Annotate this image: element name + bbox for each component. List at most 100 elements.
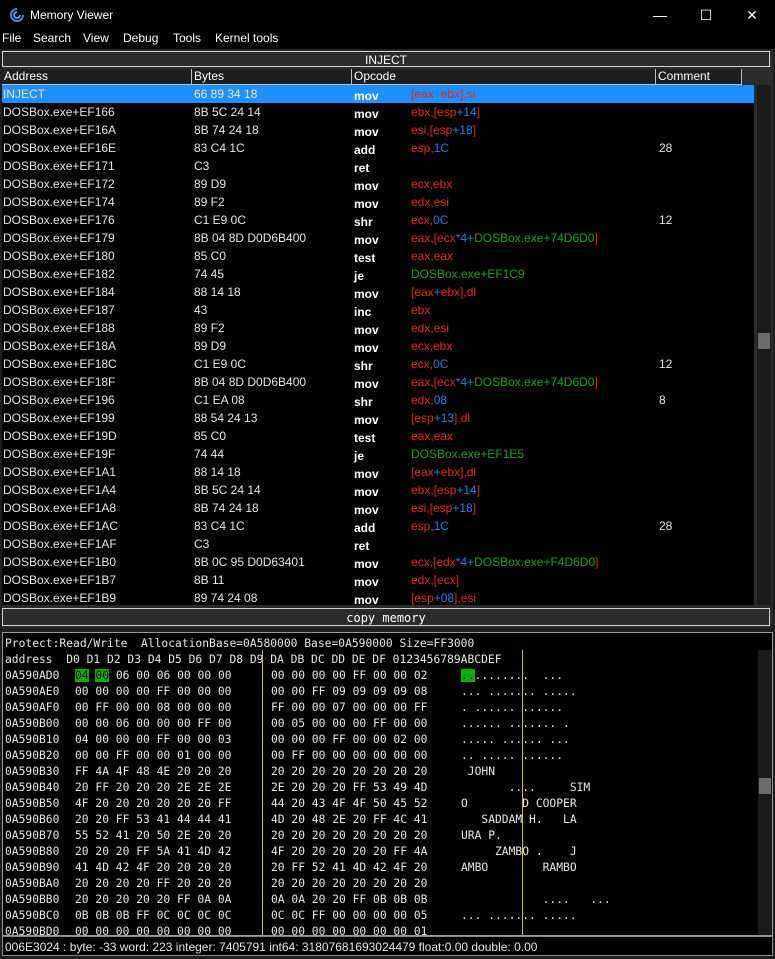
hex-row[interactable]: 0A590AE0 00 00 00 00 FF 00 00 00 00 00 FF … <box>5 685 765 701</box>
column-bytes[interactable]: Bytes <box>192 69 352 85</box>
disassembly-row[interactable]: DOSBox.exe+EF196 C1 EA 08 shr edx,08 8 <box>2 391 754 409</box>
hex-row[interactable]: 0A590B50 4F 20 20 20 20 20 20 FF 44 20 43 … <box>5 797 765 813</box>
hex-row[interactable]: 0A590BB0 20 20 20 20 20 FF 0A 0A 0A 0A 20 … <box>5 893 765 909</box>
row-address: DOSBox.exe+EF1B0 <box>3 555 117 569</box>
row-operands: edx,[ecx] <box>411 573 459 587</box>
column-address[interactable]: Address <box>2 69 192 85</box>
inject-header-button[interactable]: INJECT <box>2 51 770 67</box>
row-address: DOSBox.exe+EF179 <box>3 231 115 245</box>
menu-search[interactable]: Search <box>33 31 71 45</box>
disassembly-row[interactable]: DOSBox.exe+EF1A4 8B 5C 24 14 mov ebx,[esp+1… <box>2 481 754 499</box>
hex-scrollbar[interactable] <box>758 650 772 935</box>
operand-part: ebx <box>411 303 431 317</box>
operand-part: edx,[ecx] <box>411 573 460 587</box>
disassembly-row[interactable]: DOSBox.exe+EF1AC 83 C4 1C add esp,1C 28 <box>2 517 754 535</box>
column-opcode[interactable]: Opcode <box>352 69 656 85</box>
disassembly-row[interactable]: DOSBox.exe+EF182 74 45 je DOSBox.exe+EF1C9 <box>2 265 754 283</box>
disassembly-row[interactable]: DOSBox.exe+EF179 8B 04 8D D0D6B400 mov eax,… <box>2 229 754 247</box>
disassembly-row[interactable]: DOSBox.exe+EF180 85 C0 test eax,eax <box>2 247 754 265</box>
disassembly-row[interactable]: DOSBox.exe+EF166 8B 5C 24 14 mov ebx,[esp+1… <box>2 103 754 121</box>
hex-ascii: .. ..... ...... <box>461 749 564 762</box>
operand-part: + <box>433 465 441 479</box>
disassembly-row[interactable]: DOSBox.exe+EF199 88 54 24 13 mov [esp+13],d… <box>2 409 754 427</box>
disassembly-row[interactable]: DOSBox.exe+EF1A8 8B 74 24 18 mov esi,[esp+1… <box>2 499 754 517</box>
row-bytes: 85 C0 <box>194 429 227 443</box>
disassembly-row[interactable]: DOSBox.exe+EF1A1 88 14 18 mov [eax+ebx],dl <box>2 463 754 481</box>
hex-ascii: ... ....... ..... <box>461 909 577 922</box>
row-operands: ebx,[esp+14] <box>411 483 480 497</box>
hex-row[interactable]: 0A590B30 FF 4A 4F 48 4E 20 20 20 20 20 20 … <box>5 765 765 781</box>
hex-row[interactable]: 0A590BA0 20 20 20 20 FF 20 20 20 20 20 20 … <box>5 877 765 893</box>
hex-row[interactable]: 0A590B40 20 FF 20 20 20 2E 2E 2E 2E 20 20 … <box>5 781 765 797</box>
disassembly-row[interactable]: DOSBox.exe+EF16A 8B 74 24 18 mov esi,[esp+1… <box>2 121 754 139</box>
maximize-button[interactable]: ☐ <box>683 0 729 30</box>
disassembly-row[interactable]: DOSBox.exe+EF18F 8B 04 8D D0D6B400 mov eax,… <box>2 373 754 391</box>
operand-part: + <box>433 87 441 101</box>
disassembly-scroll-thumb[interactable] <box>758 333 770 349</box>
hex-bytes-first: 04 00 06 00 06 00 00 00 <box>75 669 232 682</box>
hex-row[interactable]: 0A590AF0 00 FF 00 00 08 00 00 00 FF 00 00 … <box>5 701 765 717</box>
disassembly-row[interactable]: DOSBox.exe+EF188 89 F2 mov edx,esi <box>2 319 754 337</box>
disassembly-row[interactable]: INJECT 66 89 34 18 mov [eax+ebx],si <box>2 85 754 103</box>
disassembly-row[interactable]: DOSBox.exe+EF184 88 14 18 mov [eax+ebx],dl <box>2 283 754 301</box>
menu-file[interactable]: File <box>2 31 21 45</box>
hex-row[interactable]: 0A590AD0 04 00 06 00 06 00 00 00 00 00 00 … <box>5 669 765 685</box>
close-button[interactable]: ✕ <box>729 0 775 30</box>
column-comment[interactable]: Comment <box>656 69 742 85</box>
hex-row[interactable]: 0A590B20 00 00 FF 00 00 01 00 00 00 FF 00 … <box>5 749 765 765</box>
hex-bytes-second: 00 00 FF 09 09 09 09 08 <box>271 685 428 698</box>
operand-part: DOSBox.exe+EF1C9 <box>411 267 525 281</box>
menu-kernel-tools[interactable]: Kernel tools <box>215 31 278 45</box>
row-mnemonic: shr <box>354 215 373 229</box>
hex-row[interactable]: 0A590B90 41 4D 42 4F 20 20 20 20 20 FF 52 … <box>5 861 765 877</box>
menu-tools[interactable]: Tools <box>173 31 201 45</box>
hex-row[interactable]: 0A590B60 20 20 FF 53 41 44 44 41 4D 20 48 … <box>5 813 765 829</box>
hex-row[interactable]: 0A590BC0 0B 0B 0B FF 0C 0C 0C 0C 0C 0C FF … <box>5 909 765 925</box>
row-operands: edx,esi <box>411 321 449 335</box>
row-bytes: 83 C4 1C <box>194 519 245 533</box>
window-title: Memory Viewer <box>30 8 114 22</box>
minimize-button[interactable]: — <box>637 0 683 30</box>
disassembly-row[interactable]: DOSBox.exe+EF1AF C3 ret <box>2 535 754 553</box>
hex-row[interactable]: 0A590B70 55 52 41 20 50 2E 20 20 20 20 20 … <box>5 829 765 845</box>
operand-part: ebx <box>440 87 461 101</box>
hex-scroll-thumb[interactable] <box>759 778 771 794</box>
hex-row[interactable]: 0A590B10 04 00 00 00 FF 00 00 03 00 00 00 … <box>5 733 765 749</box>
disassembly-row[interactable]: DOSBox.exe+EF1B0 8B 0C 95 D0D63401 mov ecx,… <box>2 553 754 571</box>
disassembly-row[interactable]: DOSBox.exe+EF176 C1 E9 0C shr ecx,0C 12 <box>2 211 754 229</box>
disassembly-row[interactable]: DOSBox.exe+EF1B7 8B 11 mov edx,[ecx] <box>2 571 754 589</box>
row-operands: ecx,[edx*4+DOSBox.exe+F4D6D0] <box>411 555 598 569</box>
row-operands: ecx,ebx <box>411 339 452 353</box>
disassembly-row[interactable]: DOSBox.exe+EF171 C3 ret <box>2 157 754 175</box>
disassembly-row[interactable]: DOSBox.exe+EF19D 85 C0 test eax,eax <box>2 427 754 445</box>
operand-part: DOSBox.exe+74D6D0 <box>474 231 595 245</box>
operand-part: edx, <box>411 393 434 407</box>
row-address: DOSBox.exe+EF16E <box>3 141 117 155</box>
disassembly-row[interactable]: DOSBox.exe+EF18A 89 D9 mov ecx,ebx <box>2 337 754 355</box>
hex-address: 0A590B00 <box>5 717 60 730</box>
row-address: DOSBox.exe+EF19F <box>3 447 116 461</box>
hex-bytes-second: 20 20 20 20 20 20 20 20 <box>271 765 428 778</box>
hex-row[interactable]: 0A590B80 20 20 20 FF 5A 41 4D 42 4F 20 20 … <box>5 845 765 861</box>
hex-row[interactable]: 0A590BD0 00 00 00 00 00 00 00 00 00 00 00 … <box>5 925 765 936</box>
disassembly-scrollbar[interactable] <box>757 85 771 605</box>
row-bytes: 8B 04 8D D0D6B400 <box>194 231 307 245</box>
disassembly-row[interactable]: DOSBox.exe+EF172 89 D9 mov ecx,ebx <box>2 175 754 193</box>
menu-debug[interactable]: Debug <box>123 31 158 45</box>
hex-address: 0A590BB0 <box>5 893 60 906</box>
disassembly-row[interactable]: DOSBox.exe+EF16E 83 C4 1C add esp,1C 28 <box>2 139 754 157</box>
hex-view[interactable]: Protect:Read/Write AllocationBase=0A5800… <box>2 632 773 936</box>
menu-view[interactable]: View <box>83 31 109 45</box>
hex-bytes-second: 00 00 00 00 00 00 00 01 <box>271 925 428 936</box>
disassembly-list[interactable]: INJECT 66 89 34 18 mov [eax+ebx],si DOSBox.e… <box>2 85 754 605</box>
copy-memory-button[interactable]: copy memory <box>2 608 770 626</box>
row-address: DOSBox.exe+EF196 <box>3 393 115 407</box>
disassembly-row[interactable]: DOSBox.exe+EF187 43 inc ebx <box>2 301 754 319</box>
row-address: DOSBox.exe+EF18A <box>3 339 117 353</box>
disassembly-row[interactable]: DOSBox.exe+EF1B9 89 74 24 08 mov [esp+08],e… <box>2 589 754 605</box>
disassembly-row[interactable]: DOSBox.exe+EF18C C1 E9 0C shr ecx,0C 12 <box>2 355 754 373</box>
disassembly-row[interactable]: DOSBox.exe+EF19F 74 44 je DOSBox.exe+EF1E5 <box>2 445 754 463</box>
disassembly-row[interactable]: DOSBox.exe+EF174 89 F2 mov edx,esi <box>2 193 754 211</box>
hex-row[interactable]: 0A590B00 00 00 06 00 00 00 FF 00 00 05 00 … <box>5 717 765 733</box>
row-operands: esi,[esp+18] <box>411 123 476 137</box>
